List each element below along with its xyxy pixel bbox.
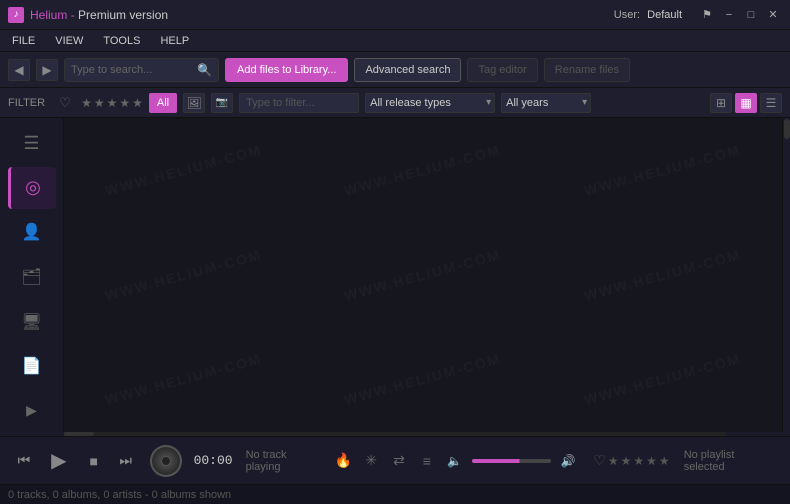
sidebar-item-playlist[interactable]: 📄 bbox=[8, 345, 56, 388]
toolbar: ◀ ▶ 🔍 Add files to Library... Advanced s… bbox=[0, 52, 790, 88]
content-area: WWW.HELIUM-COM WWW.HELIUM-COM WWW.HELIUM… bbox=[64, 118, 782, 432]
status-text: 0 tracks, 0 albums, 0 artists - 0 albums… bbox=[8, 489, 231, 501]
rename-files-button: Rename files bbox=[544, 58, 630, 82]
sidebar-item-queue[interactable]: ▶ bbox=[8, 389, 56, 432]
volume-down-icon: 🔈 bbox=[444, 450, 466, 472]
wm-2: WWW.HELIUM-COM bbox=[294, 118, 552, 252]
player-right-controls: 🔥 ✳ ⇄ ≡ 🔈 🔊 ♡ ★ ★ ★ ★ ★ No playlist sele… bbox=[332, 449, 778, 473]
search-input[interactable] bbox=[71, 64, 193, 76]
app-name: Helium bbox=[30, 8, 67, 22]
minimize-button[interactable]: − bbox=[720, 6, 738, 24]
filter-text-input[interactable] bbox=[239, 93, 359, 113]
sidebar-item-albums[interactable]: 🗂 bbox=[8, 256, 56, 299]
flame-button[interactable]: 🔥 bbox=[332, 450, 354, 472]
wm-7: WWW.HELIUM-COM bbox=[64, 298, 313, 432]
filter-single-type-button[interactable]: 📷 bbox=[211, 93, 233, 113]
filter-album-type-button[interactable]: 🖼 bbox=[183, 93, 205, 113]
title-separator: - bbox=[71, 8, 78, 22]
sidebar-item-device[interactable]: 🖥 bbox=[8, 300, 56, 343]
play-button[interactable]: ▶ bbox=[44, 446, 74, 476]
player-heart-icon[interactable]: ♡ bbox=[593, 452, 606, 469]
wm-3: WWW.HELIUM-COM bbox=[533, 118, 782, 252]
time-display: 00:00 bbox=[194, 453, 234, 468]
main-scrollbar[interactable] bbox=[782, 118, 790, 432]
star-5[interactable]: ★ bbox=[132, 96, 143, 110]
queue-menu-button[interactable]: ≡ bbox=[416, 450, 438, 472]
player-star-4[interactable]: ★ bbox=[646, 454, 657, 468]
years-wrapper: All years bbox=[501, 93, 591, 113]
volume-slider[interactable] bbox=[472, 459, 552, 463]
forward-button[interactable]: ▶ bbox=[36, 59, 58, 81]
view-buttons: ⊞ ▦ ☰ bbox=[710, 93, 782, 113]
app-version: Premium version bbox=[78, 8, 168, 22]
user-info: User: Default bbox=[614, 9, 682, 21]
no-playlist-label: No playlist selected bbox=[684, 449, 778, 473]
grid-view-button[interactable]: ▦ bbox=[735, 93, 757, 113]
shuffle-button[interactable]: ⇄ bbox=[388, 450, 410, 472]
list-view-button[interactable]: ☰ bbox=[760, 93, 782, 113]
advanced-search-button[interactable]: Advanced search bbox=[354, 58, 461, 82]
main-area: ☰ ◎ 👤 🗂 🖥 📄 ▶ WWW.HELIUM-COM WWW.HELIUM-… bbox=[0, 118, 790, 432]
release-type-select[interactable]: All release types bbox=[365, 93, 495, 113]
next-button[interactable]: ⏭ bbox=[114, 449, 138, 473]
wm-6: WWW.HELIUM-COM bbox=[533, 193, 782, 356]
star-3[interactable]: ★ bbox=[107, 96, 118, 110]
star-4[interactable]: ★ bbox=[119, 96, 130, 110]
flag-button[interactable]: ⚑ bbox=[698, 6, 716, 24]
player-rating: ♡ ★ ★ ★ ★ ★ bbox=[593, 452, 669, 469]
heart-filter-icon[interactable]: ♡ bbox=[55, 93, 75, 113]
prev-button[interactable]: ⏮ bbox=[12, 449, 36, 473]
menu-view[interactable]: VIEW bbox=[51, 33, 87, 49]
filter-bar: FILTER ♡ ★ ★ ★ ★ ★ All 🖼 📷 All release t… bbox=[0, 88, 790, 118]
window-controls: ⚑ − □ ✕ bbox=[698, 6, 782, 24]
title-bar: ♪ Helium - Premium version User: Default… bbox=[0, 0, 790, 30]
scrollbar-thumb[interactable] bbox=[784, 119, 790, 139]
player-star-2[interactable]: ★ bbox=[621, 454, 632, 468]
wm-1: WWW.HELIUM-COM bbox=[64, 118, 313, 252]
wm-5: WWW.HELIUM-COM bbox=[294, 193, 552, 356]
add-files-button[interactable]: Add files to Library... bbox=[225, 58, 348, 82]
years-select[interactable]: All years bbox=[501, 93, 591, 113]
no-track-label: No track playing bbox=[246, 449, 325, 473]
stop-button[interactable]: ■ bbox=[82, 449, 106, 473]
menu-help[interactable]: HELP bbox=[156, 33, 193, 49]
status-bar: 0 tracks, 0 albums, 0 artists - 0 albums… bbox=[0, 484, 790, 504]
volume-up-icon: 🔊 bbox=[557, 450, 579, 472]
star-1[interactable]: ★ bbox=[81, 96, 92, 110]
player-disc bbox=[150, 445, 182, 477]
app-title: Helium - Premium version bbox=[30, 8, 614, 22]
sidebar-item-radio[interactable]: ◎ bbox=[8, 167, 56, 210]
filter-all-button[interactable]: All bbox=[149, 93, 177, 113]
wm-9: WWW.HELIUM-COM bbox=[533, 298, 782, 432]
maximize-button[interactable]: □ bbox=[742, 6, 760, 24]
menu-tools[interactable]: TOOLS bbox=[99, 33, 144, 49]
app-icon: ♪ bbox=[8, 7, 24, 23]
player-star-5[interactable]: ★ bbox=[659, 454, 670, 468]
sidebar-item-artists[interactable]: 👤 bbox=[8, 211, 56, 254]
stack-view-button[interactable]: ⊞ bbox=[710, 93, 732, 113]
player-bar: ⏮ ▶ ■ ⏭ 00:00 No track playing 🔥 ✳ ⇄ ≡ 🔈… bbox=[0, 436, 790, 484]
close-button[interactable]: ✕ bbox=[764, 6, 782, 24]
back-button[interactable]: ◀ bbox=[8, 59, 30, 81]
menu-bar: FILE VIEW TOOLS HELP bbox=[0, 30, 790, 52]
horizontal-scrollbar-thumb[interactable] bbox=[64, 432, 94, 436]
tag-editor-button: Tag editor bbox=[467, 58, 537, 82]
player-star-3[interactable]: ★ bbox=[633, 454, 644, 468]
sidebar-item-library[interactable]: ☰ bbox=[8, 122, 56, 165]
search-icon: 🔍 bbox=[197, 63, 212, 77]
release-type-wrapper: All release types bbox=[365, 93, 495, 113]
fx-button[interactable]: ✳ bbox=[360, 450, 382, 472]
wm-4: WWW.HELIUM-COM bbox=[64, 193, 313, 356]
search-box: 🔍 bbox=[64, 58, 219, 82]
wm-8: WWW.HELIUM-COM bbox=[294, 298, 552, 432]
menu-file[interactable]: FILE bbox=[8, 33, 39, 49]
star-2[interactable]: ★ bbox=[94, 96, 105, 110]
player-star-1[interactable]: ★ bbox=[608, 454, 619, 468]
filter-label: FILTER bbox=[8, 97, 45, 109]
watermark-grid: WWW.HELIUM-COM WWW.HELIUM-COM WWW.HELIUM… bbox=[64, 118, 782, 432]
sidebar: ☰ ◎ 👤 🗂 🖥 📄 ▶ bbox=[0, 118, 64, 432]
star-rating-filter: ★ ★ ★ ★ ★ bbox=[81, 96, 143, 110]
